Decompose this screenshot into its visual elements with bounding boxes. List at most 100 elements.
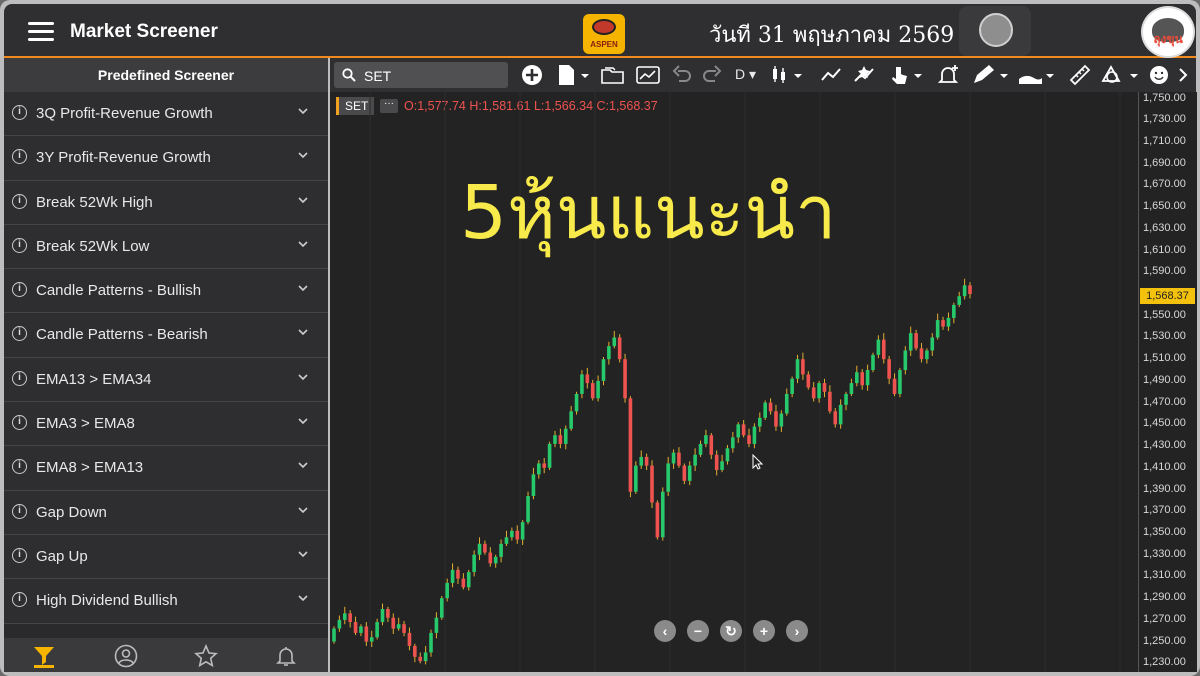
chevron-down-icon[interactable] — [298, 372, 308, 382]
screener-item[interactable]: i High Dividend Bullish — [4, 579, 328, 624]
candle — [364, 622, 369, 646]
chart-area: D ▾ SET ··· O:1,577.74 H:1,581.61 L:1,56… — [330, 58, 1197, 672]
screener-item[interactable]: i Gap Up — [4, 534, 328, 580]
chevron-down-icon[interactable] — [298, 549, 308, 559]
candle — [677, 447, 681, 468]
price-tick-label: 1,370.00 — [1143, 504, 1186, 517]
folder-icon[interactable] — [600, 63, 626, 87]
candle — [391, 613, 396, 634]
screener-item-label: 3Y Profit-Revenue Growth — [36, 149, 211, 167]
avatar[interactable]: ลุงขุน — [1141, 6, 1195, 58]
redo-icon[interactable] — [702, 63, 724, 87]
new-file-icon[interactable] — [556, 63, 590, 87]
chevron-down-icon[interactable] — [298, 416, 308, 426]
candle — [510, 527, 514, 541]
chevron-down-icon[interactable] — [298, 195, 308, 205]
info-icon[interactable]: i — [12, 592, 27, 608]
screener-item[interactable]: i Candle Patterns - Bearish — [4, 313, 328, 358]
info-icon[interactable]: i — [12, 193, 27, 209]
chevron-down-icon[interactable] — [298, 327, 308, 337]
info-icon[interactable]: i — [12, 547, 27, 563]
price-tick-label: 1,550.00 — [1143, 308, 1186, 321]
candle — [477, 537, 482, 561]
search-input[interactable] — [362, 65, 506, 87]
candle — [833, 408, 838, 428]
reset-button[interactable]: ↻ — [720, 620, 742, 642]
scroll-left-button[interactable]: ‹ — [654, 620, 676, 642]
screener-item[interactable]: i 3Q Profit-Revenue Growth — [4, 92, 328, 137]
symbol-search[interactable] — [334, 62, 508, 88]
info-icon[interactable]: i — [12, 370, 27, 386]
candle — [671, 449, 676, 469]
info-icon[interactable]: i — [12, 326, 27, 342]
candle — [811, 382, 816, 402]
scroll-right-button[interactable]: › — [786, 620, 808, 642]
chevron-down-icon[interactable] — [298, 283, 308, 293]
price-tick-label: 1,750.00 — [1143, 91, 1186, 104]
screener-item[interactable]: i Break 52Wk High — [4, 180, 328, 225]
emoji-icon[interactable] — [1148, 63, 1170, 87]
screener-item[interactable]: i 3Y Profit-Revenue Growth — [4, 136, 328, 181]
add-icon[interactable] — [520, 63, 544, 87]
candle — [881, 333, 886, 364]
fill-icon[interactable] — [1016, 63, 1056, 87]
screener-item[interactable]: i EMA8 > EMA13 — [4, 446, 328, 491]
candle — [757, 412, 762, 432]
toolbar-more-icon[interactable] — [1176, 63, 1190, 87]
interval-select[interactable]: D ▾ — [735, 66, 756, 90]
chevron-down-icon[interactable] — [298, 150, 308, 160]
screener-item[interactable]: i EMA3 > EMA8 — [4, 402, 328, 447]
screener-item[interactable]: i Break 52Wk Low — [4, 224, 328, 270]
price-tick-label: 1,330.00 — [1143, 547, 1186, 560]
candle — [472, 550, 476, 577]
screener-item[interactable]: i EMA13 > EMA34 — [4, 357, 328, 403]
info-icon[interactable]: i — [12, 237, 27, 253]
price-tick-label: 1,310.00 — [1143, 569, 1186, 582]
chevron-down-icon[interactable] — [298, 460, 308, 470]
candle — [429, 629, 433, 657]
candle — [844, 391, 848, 411]
candle — [801, 352, 805, 380]
chart-image-icon[interactable] — [635, 63, 661, 87]
ruler-icon[interactable] — [1068, 63, 1092, 87]
candle — [925, 348, 929, 364]
info-icon[interactable]: i — [12, 459, 27, 475]
info-icon[interactable]: i — [12, 282, 27, 298]
user-icon[interactable] — [114, 644, 138, 668]
price-tick-label: 1,630.00 — [1143, 221, 1186, 234]
pointer-icon[interactable] — [888, 63, 924, 87]
zoom-in-button[interactable]: + — [753, 620, 775, 642]
candle — [660, 487, 665, 541]
info-icon[interactable]: i — [12, 149, 27, 165]
price-axis[interactable]: 1,750.00 1,730.00 1,710.00 1,690.00 1,670.00… — [1138, 92, 1197, 672]
chevron-down-icon[interactable] — [298, 239, 308, 249]
menu-icon[interactable] — [28, 22, 54, 42]
candle — [682, 463, 687, 485]
indicator-icon[interactable] — [820, 63, 842, 87]
chevron-down-icon[interactable] — [298, 106, 308, 116]
candle — [876, 335, 881, 359]
candle — [779, 410, 784, 432]
chevron-down-icon[interactable] — [298, 593, 308, 603]
candle — [908, 326, 913, 356]
screener-item[interactable]: i Candle Patterns - Bullish — [4, 269, 328, 314]
info-icon[interactable]: i — [12, 105, 27, 120]
zoom-out-button[interactable]: − — [687, 620, 709, 642]
info-icon[interactable]: i — [12, 503, 27, 519]
chevron-down-icon[interactable] — [298, 505, 308, 515]
undo-icon[interactable] — [670, 63, 692, 87]
filter-icon[interactable] — [32, 644, 56, 668]
price-tick-label: 1,450.00 — [1143, 417, 1186, 430]
record-button[interactable] — [959, 6, 1031, 56]
shape-icon[interactable] — [1100, 63, 1140, 87]
compare-icon[interactable] — [852, 63, 876, 87]
candle-type-icon[interactable] — [770, 63, 804, 87]
aspen-logo[interactable]: ASPEN — [583, 14, 625, 54]
bell-icon[interactable] — [274, 644, 298, 668]
info-icon[interactable]: i — [12, 415, 27, 431]
screener-item[interactable]: i Gap Down — [4, 490, 328, 535]
alert-icon[interactable] — [936, 63, 960, 87]
star-icon[interactable] — [194, 644, 218, 668]
candle — [628, 396, 633, 498]
pen-icon[interactable] — [970, 63, 1010, 87]
